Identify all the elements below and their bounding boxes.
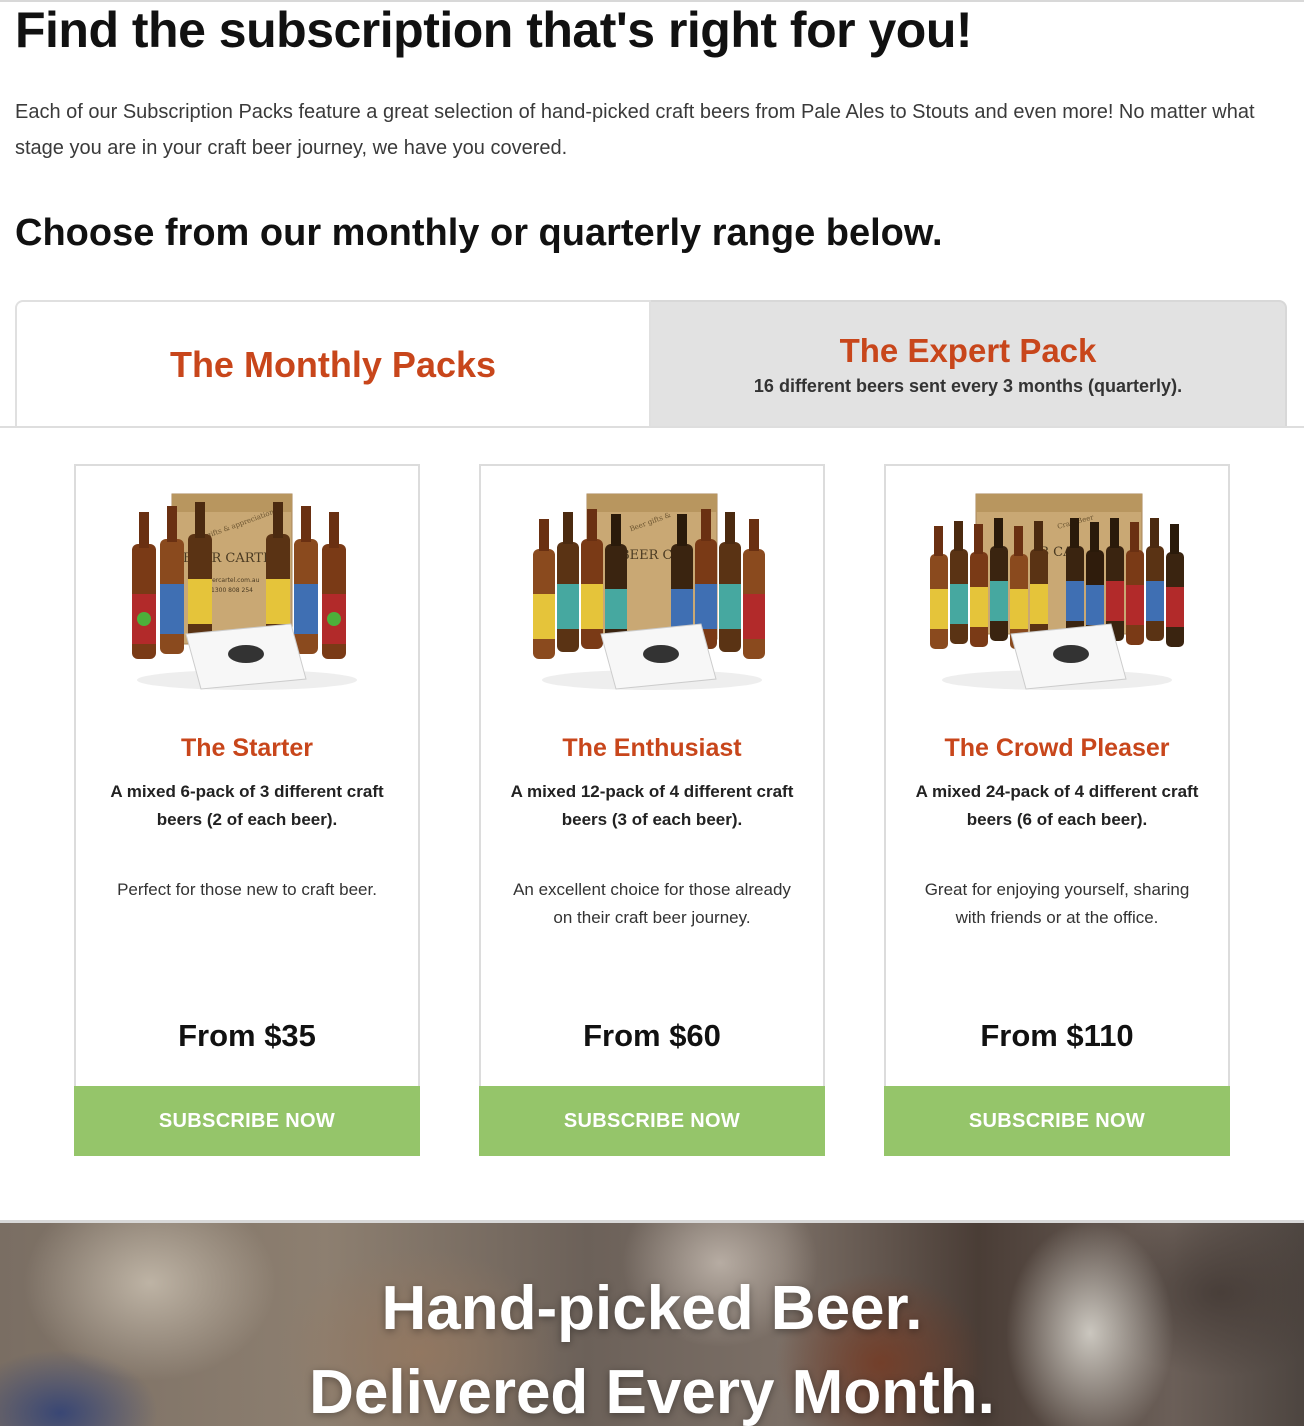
subscribe-button-starter[interactable]: SUBSCRIBE NOW — [74, 1086, 420, 1156]
card-description: A mixed 12-pack of 4 different craft bee… — [510, 782, 794, 829]
crowd-pleaser-pack-image: Craft Beer B CA — [930, 493, 1184, 690]
card-blurb: Great for enjoying yourself, sharing wit… — [924, 880, 1190, 927]
starter-pack-image: Beer gifts & appreciation BEER CARTEL be… — [132, 493, 357, 690]
enthusiast-pack-image: Beer gifts & BEER CA — [533, 493, 765, 690]
card-price: From $35 — [178, 1018, 316, 1053]
hero-banner: Hand-picked Beer. Delivered Every Month. — [0, 1223, 1304, 1426]
tabs-divider — [0, 426, 1304, 428]
tab-expert-pack[interactable]: The Expert Pack 16 different beers sent … — [651, 300, 1287, 427]
pack-tabs: The Monthly Packs The Expert Pack 16 dif… — [15, 300, 1287, 427]
intro-paragraph: Each of our Subscription Packs feature a… — [15, 101, 1255, 159]
hero-headline-line-2: Delivered Every Month. — [309, 1358, 995, 1426]
hero-headline-line-1: Hand-picked Beer. — [381, 1274, 923, 1343]
card-blurb: Perfect for those new to craft beer. — [117, 880, 377, 899]
card-price: From $60 — [583, 1018, 721, 1053]
card-description: A mixed 24-pack of 4 different craft bee… — [915, 782, 1199, 829]
tab-monthly-label: The Monthly Packs — [169, 343, 497, 385]
card-description: A mixed 6-pack of 3 different craft beer… — [110, 782, 384, 829]
tab-monthly-packs[interactable]: The Monthly Packs — [15, 300, 651, 427]
pack-card-enthusiast: Beer gifts & BEER CA The Enthusiast A mi… — [479, 464, 825, 1156]
box-url-text: beercartel.com.au — [205, 577, 260, 584]
card-title: The Crowd Pleaser — [944, 734, 1170, 762]
pack-card-starter: Beer gifts & appreciation BEER CARTEL be… — [74, 464, 420, 1156]
page-title: Find the subscription that's right for y… — [15, 2, 973, 58]
pack-card-crowd-pleaser: Craft Beer B CA The Crowd Pleaser A mixe… — [884, 464, 1230, 1156]
section-subheading: Choose from our monthly or quarterly ran… — [15, 212, 943, 254]
card-title: The Enthusiast — [562, 734, 742, 762]
tab-expert-label: The Expert Pack — [839, 332, 1097, 369]
tab-expert-subtitle: 16 different beers sent every 3 months (… — [753, 376, 1183, 396]
card-title: The Starter — [181, 734, 313, 762]
card-price: From $110 — [980, 1018, 1134, 1053]
card-blurb: An excellent choice for those already on… — [513, 880, 791, 927]
box-phone-text: 1300 808 254 — [211, 587, 253, 594]
subscribe-button-enthusiast[interactable]: SUBSCRIBE NOW — [479, 1086, 825, 1156]
subscribe-button-crowd-pleaser[interactable]: SUBSCRIBE NOW — [884, 1086, 1230, 1156]
